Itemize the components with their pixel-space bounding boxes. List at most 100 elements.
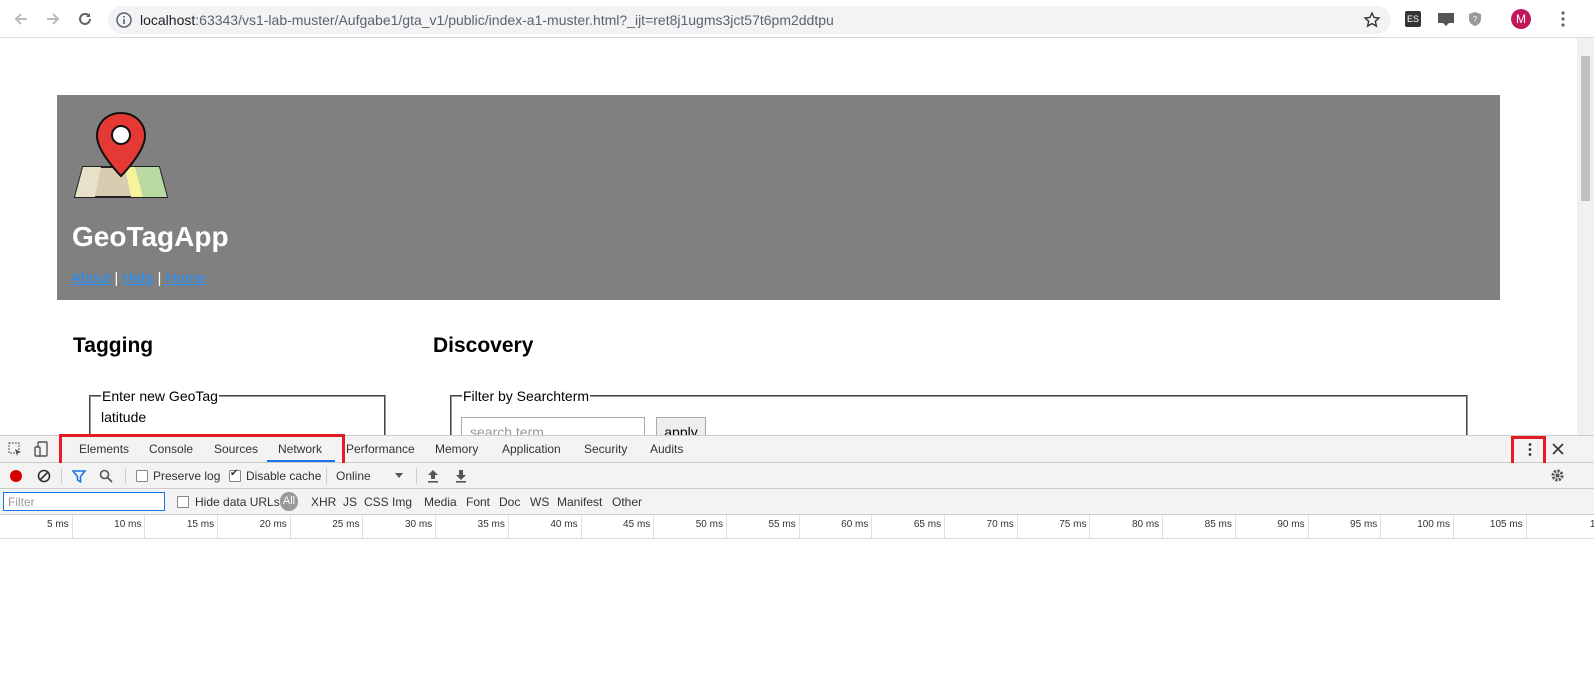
site-nav: About | Help | Home [71, 270, 206, 287]
timeline-tick: 65 ms [872, 515, 946, 539]
timeline-tick: 95 ms [1309, 515, 1382, 539]
tab-security[interactable]: Security [584, 442, 627, 456]
tab-memory[interactable]: Memory [435, 442, 478, 456]
close-devtools-icon[interactable] [1552, 443, 1564, 455]
record-icon[interactable] [9, 469, 23, 483]
timeline-tick: 35 ms [436, 515, 509, 539]
timeline-tick: 45 ms [582, 515, 655, 539]
timeline-tick-label: 45 ms [623, 519, 651, 530]
filter-type-js[interactable]: JS [343, 495, 357, 509]
address-bar[interactable]: localhost:63343/vs1-lab-muster/Aufgabe1/… [108, 6, 1391, 34]
hide-data-urls-label: Hide data URLs [195, 495, 280, 509]
back-arrow-icon[interactable] [12, 10, 30, 28]
disable-cache-checkbox[interactable] [229, 468, 241, 482]
filter-type-doc[interactable]: Doc [499, 495, 520, 509]
timeline-tick-label: 25 ms [332, 519, 360, 530]
filter-type-manifest[interactable]: Manifest [557, 495, 602, 509]
timeline-tick-label: 20 ms [259, 519, 287, 530]
nav-home-link[interactable]: Home [166, 270, 206, 287]
nav-about-link[interactable]: About [71, 270, 110, 287]
filter-type-ws[interactable]: WS [530, 495, 549, 509]
browser-menu-icon[interactable] [1560, 10, 1566, 28]
timeline-tick: 40 ms [509, 515, 582, 539]
timeline-tick: 50 ms [654, 515, 727, 539]
nav-help-link[interactable]: Help [122, 270, 153, 287]
devtools-panel: Elements Console Sources Network Perform… [0, 434, 1594, 674]
filter-type-font[interactable]: Font [466, 495, 490, 509]
timeline-tick-label: 80 ms [1131, 519, 1160, 530]
toolbar-divider [326, 468, 327, 484]
export-har-icon[interactable] [455, 469, 467, 483]
filter-type-media[interactable]: Media [424, 495, 457, 509]
apply-button[interactable]: apply [656, 417, 706, 435]
browser-toolbar: localhost:63343/vs1-lab-muster/Aufgabe1/… [0, 0, 1594, 38]
tab-performance[interactable]: Performance [346, 442, 415, 456]
preserve-log-checkbox[interactable] [136, 470, 148, 482]
extension-icon[interactable] [1437, 11, 1454, 27]
device-toolbar-icon[interactable] [34, 441, 49, 457]
filter-type-img[interactable]: Img [392, 495, 412, 509]
network-timeline-overview[interactable]: 5 ms 10 ms 15 ms 20 ms 25 ms 30 ms 35 ms 40 ms 4… [0, 515, 1594, 539]
timeline-tick-label: 15 ms [186, 519, 215, 530]
timeline-tick: 70 ms [945, 515, 1018, 539]
filter-funnel-icon[interactable] [72, 469, 86, 483]
scrollbar-thumb[interactable] [1581, 56, 1590, 201]
timeline-tick-label: 55 ms [768, 519, 796, 530]
timeline-tick: 90 ms [1236, 515, 1309, 539]
timeline-tick-label: 105 ms [1489, 519, 1523, 530]
tagging-heading: Tagging [73, 334, 154, 357]
map-pin-logo-icon [73, 109, 169, 199]
tab-audits[interactable]: Audits [650, 442, 683, 456]
timeline-tick: 75 ms [1018, 515, 1091, 539]
throttling-select[interactable]: Online [336, 469, 371, 483]
hide-data-urls-checkbox[interactable] [177, 496, 189, 508]
filter-type-other[interactable]: Other [612, 495, 642, 509]
clear-icon[interactable] [37, 469, 51, 483]
filter-input[interactable]: Filter [3, 492, 165, 511]
timeline-tick: 100 ms [1381, 515, 1454, 539]
devtools-tabbar: Elements Console Sources Network Perform… [0, 434, 1594, 466]
page-viewport: GeoTagApp About | Help | Home Tagging Di… [0, 38, 1594, 435]
page-scrollbar[interactable] [1577, 38, 1594, 435]
toolbar-divider [416, 468, 417, 484]
chevron-down-icon[interactable] [395, 473, 403, 479]
search-icon[interactable] [99, 469, 113, 483]
import-har-icon[interactable] [427, 469, 439, 483]
timeline-tick-label: 1 [1589, 519, 1594, 530]
app-title: GeoTagApp [72, 221, 229, 252]
timeline-tick-label: 35 ms [477, 519, 505, 530]
timeline-tick-label: 30 ms [404, 519, 433, 530]
profile-avatar[interactable]: M [1511, 9, 1531, 29]
shield-extension-icon[interactable]: ? [1467, 11, 1483, 27]
inspect-element-icon[interactable] [8, 442, 23, 457]
network-toolbar: Preserve log Disable cache Online [0, 463, 1594, 489]
latitude-label: latitude [101, 409, 147, 425]
toolbar-divider [61, 468, 62, 484]
timeline-tick: 15 ms [145, 515, 219, 539]
forward-arrow-icon[interactable] [44, 10, 62, 28]
bookmark-star-icon[interactable] [1363, 11, 1381, 29]
filter-type-all[interactable]: All [280, 492, 298, 511]
site-header: GeoTagApp About | Help | Home [57, 95, 1500, 300]
reload-icon[interactable] [76, 10, 94, 28]
es-extension-icon[interactable]: ES [1405, 11, 1421, 27]
timeline-tick: 55 ms [727, 515, 800, 539]
filter-type-xhr[interactable]: XHR [311, 495, 336, 509]
url-host: localhost [140, 12, 196, 28]
tabs-highlight-box [59, 434, 345, 466]
timeline-tick-label: 10 ms [114, 519, 142, 530]
info-icon[interactable] [116, 12, 132, 28]
url-path: :63343/vs1-lab-muster/Aufgabe1/gta_v1/pu… [195, 12, 834, 28]
search-input[interactable]: search term [461, 417, 645, 435]
timeline-tick: 105 ms [1454, 515, 1527, 539]
timeline-tick-label: 50 ms [695, 519, 723, 530]
tab-application[interactable]: Application [502, 442, 561, 456]
filter-type-css[interactable]: CSS [364, 495, 389, 509]
timeline-tick-label: 85 ms [1204, 519, 1232, 530]
discovery-legend: Filter by Searchterm [463, 388, 590, 404]
timeline-tick: 85 ms [1163, 515, 1236, 539]
timeline-tick-label: 95 ms [1350, 519, 1378, 530]
toolbar-divider [125, 468, 126, 484]
network-filterbar: Filter Hide data URLs All XHR JS CSS Img… [0, 489, 1594, 515]
settings-gear-icon[interactable] [1550, 468, 1565, 483]
